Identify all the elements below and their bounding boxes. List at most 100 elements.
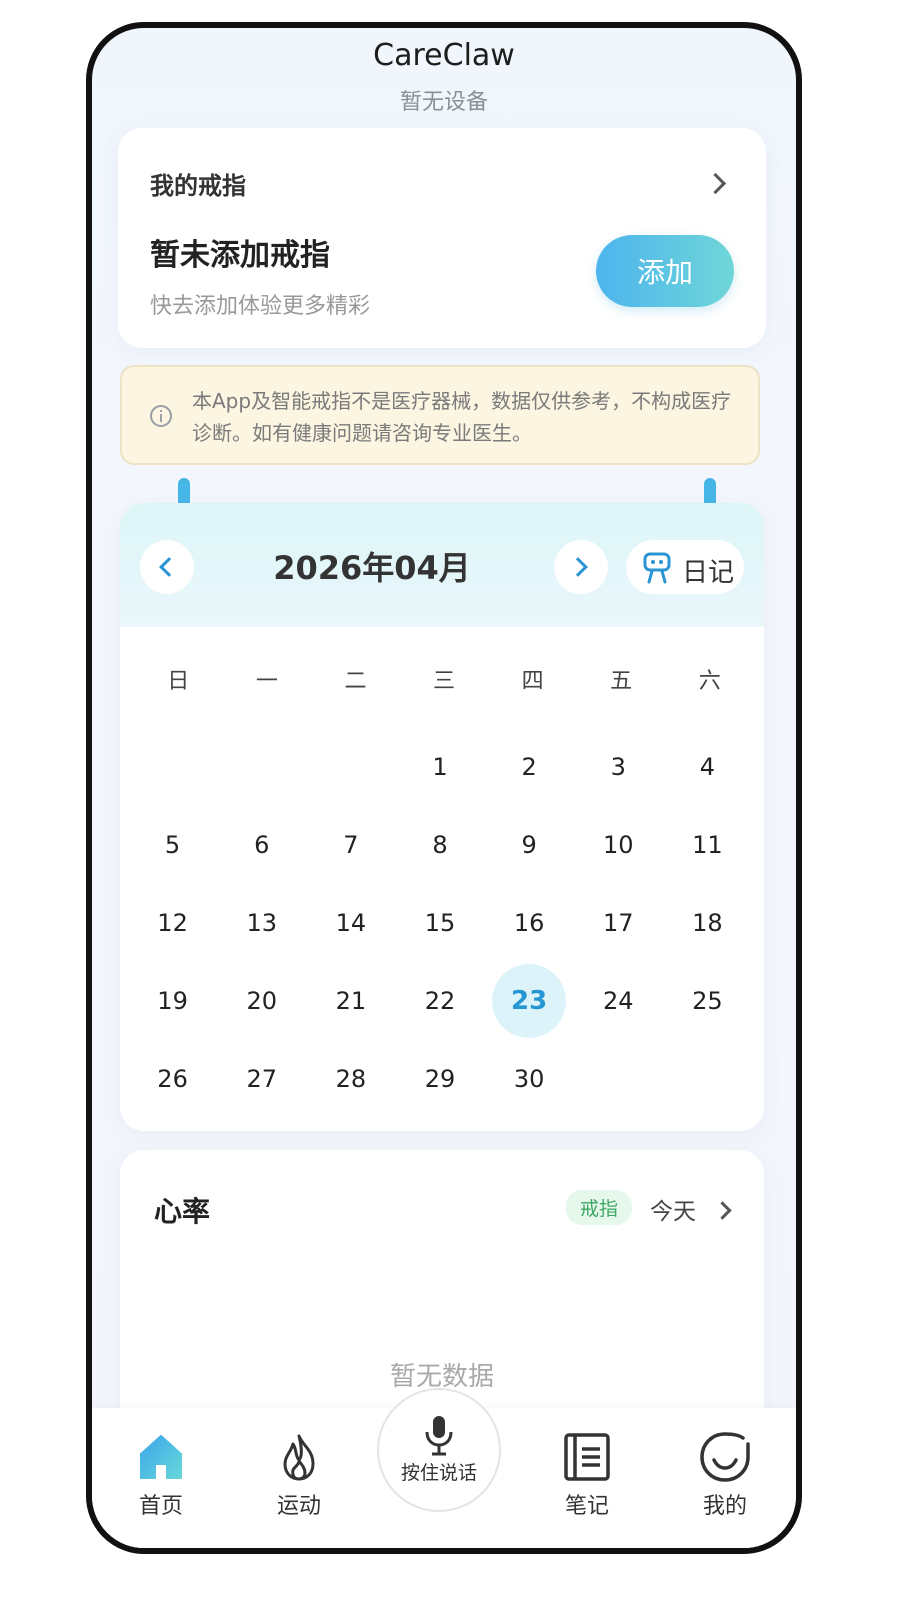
robot-icon (643, 552, 671, 584)
calendar-day[interactable]: 21 (306, 962, 395, 1040)
calendar-day[interactable]: 6 (217, 806, 306, 884)
disclaimer-text: 本App及智能戒指不是医疗器械，数据仅供参考，不构成医疗诊断。如有健康问题请咨询… (192, 389, 732, 445)
calendar-day[interactable]: 13 (217, 884, 306, 962)
calendar-day-number: 24 (603, 987, 634, 1015)
calendar-day[interactable]: 15 (395, 884, 484, 962)
calendar-day[interactable]: 30 (485, 1040, 574, 1118)
calendar-day-number: 16 (513, 909, 545, 937)
tab-notes-label: 笔记 (564, 1494, 609, 1519)
next-month-button[interactable] (554, 540, 608, 594)
hold-to-talk-label: 按住说话 (400, 1462, 477, 1484)
calendar-day-number: 12 (157, 909, 188, 937)
smile-icon (700, 1432, 750, 1482)
calendar-day[interactable]: 1 (395, 728, 484, 806)
calendar-day[interactable]: 3 (574, 728, 663, 806)
tab-sport[interactable]: 运动 (254, 1432, 344, 1520)
calendar-day[interactable]: 29 (395, 1040, 484, 1118)
calendar-day-number: 3 (610, 753, 626, 781)
calendar-day-number: 26 (157, 1065, 188, 1093)
weekday-row: 日 一 二 三 四 五 六 (134, 663, 754, 695)
heart-rate-title: 心率 (154, 1195, 211, 1228)
ring-card[interactable]: 我的戒指 暂未添加戒指 快去添加体验更多精彩 添加 (118, 128, 766, 348)
calendar-day[interactable]: 12 (128, 884, 217, 962)
calendar-day[interactable]: 28 (306, 1040, 395, 1118)
hold-to-talk-button[interactable]: 按住说话 (377, 1388, 501, 1512)
weekday-label: 四 (521, 669, 544, 694)
calendar-day-number: 6 (254, 831, 270, 859)
calendar-day-today[interactable]: 23 (485, 962, 574, 1040)
calendar-day[interactable]: 11 (663, 806, 752, 884)
calendar-day-number: 9 (521, 831, 537, 859)
calendar-days-grid: 1 2 3 4 5 6 7 8 9 10 11 12 13 14 15 16 17 18 19 20 21 22 23 24 2… (128, 728, 752, 1118)
weekday-label: 二 (344, 669, 367, 694)
weekday-label: 日 (167, 669, 190, 694)
app-title: CareClaw (373, 38, 515, 73)
month-label: 2026年04月 (273, 549, 471, 587)
device-status: 暂无设备 (399, 90, 488, 115)
calendar-day[interactable]: 26 (128, 1040, 217, 1118)
calendar-day[interactable]: 27 (217, 1040, 306, 1118)
calendar-day-number: 17 (603, 909, 634, 937)
calendar-day[interactable]: 4 (663, 728, 752, 806)
phone-frame: CareClaw 暂无设备 我的戒指 暂未添加戒指 快去添加体验更多精彩 添加 … (86, 22, 802, 1554)
add-ring-button[interactable]: 添加 (596, 235, 734, 307)
ring-card-title: 暂未添加戒指 (150, 238, 330, 273)
period-label[interactable]: 今天 (650, 1192, 696, 1226)
calendar-day-number: 1 (432, 753, 448, 781)
calendar-day[interactable]: 22 (395, 962, 484, 1040)
notebook-icon (564, 1433, 610, 1481)
calendar-day-number: 11 (692, 831, 723, 859)
calendar-day-number: 20 (246, 987, 277, 1015)
calendar-day[interactable]: 17 (574, 884, 663, 962)
calendar-day-number: 14 (335, 909, 367, 937)
calendar-day-empty (217, 728, 306, 806)
calendar-day-number: 13 (246, 909, 277, 937)
calendar-day[interactable]: 16 (485, 884, 574, 962)
tab-notes[interactable]: 笔记 (542, 1432, 632, 1520)
mic-icon (425, 1416, 453, 1456)
tab-mine[interactable]: 我的 (680, 1432, 770, 1520)
calendar-day[interactable]: 2 (485, 728, 574, 806)
bottom-tab-bar: 首页 运动 按住说话 笔记 我的 (92, 1388, 796, 1548)
calendar-day-number: 19 (157, 987, 188, 1015)
calendar-day[interactable]: 19 (128, 962, 217, 1040)
calendar-day-empty (128, 728, 217, 806)
weekday-label: 六 (698, 669, 721, 694)
calendar-day-number: 22 (424, 987, 456, 1015)
ring-card-heading: 我的戒指 (150, 172, 246, 200)
home-icon (140, 1435, 182, 1479)
calendar-day-number: 2 (521, 753, 537, 781)
diary-button[interactable]: 日记 (626, 540, 744, 594)
calendar-day-number: 28 (335, 1065, 367, 1093)
calendar-day[interactable]: 10 (574, 806, 663, 884)
calendar-day[interactable]: 14 (306, 884, 395, 962)
calendar-day[interactable]: 5 (128, 806, 217, 884)
calendar-day[interactable]: 18 (663, 884, 752, 962)
calendar-day[interactable]: 24 (574, 962, 663, 1040)
info-icon (150, 405, 172, 427)
calendar-day[interactable]: 25 (663, 962, 752, 1040)
calendar-day-number: 7 (343, 831, 359, 859)
tab-home[interactable]: 首页 (116, 1432, 206, 1520)
calendar-day-number: 27 (246, 1065, 277, 1093)
calendar-day[interactable]: 9 (485, 806, 574, 884)
calendar-day-number: 4 (699, 753, 716, 781)
weekday-label: 一 (255, 669, 278, 694)
calendar-day-number: 29 (424, 1065, 456, 1093)
calendar-day-number: 21 (335, 987, 367, 1015)
calendar-day-number: 30 (513, 1065, 545, 1093)
calendar-card: 2026年04月 日记 日 一 二 三 四 五 六 1234 5 6 7 8 9… (120, 503, 764, 1131)
ring-card-description: 快去添加体验更多精彩 (150, 294, 371, 319)
calendar-day[interactable]: 7 (306, 806, 395, 884)
calendar-header: 2026年04月 日记 (120, 503, 764, 627)
calendar-day-number: 10 (603, 831, 634, 859)
calendar-day[interactable]: 8 (395, 806, 484, 884)
flame-icon (283, 1434, 315, 1481)
weekday-label: 三 (433, 669, 456, 694)
calendar-day-number: 5 (164, 831, 181, 859)
chevron-right-icon[interactable] (713, 1201, 732, 1220)
chevron-right-icon[interactable] (704, 172, 727, 195)
tab-home-label: 首页 (138, 1494, 183, 1519)
calendar-day-number: 15 (424, 909, 456, 937)
calendar-day[interactable]: 20 (217, 962, 306, 1040)
